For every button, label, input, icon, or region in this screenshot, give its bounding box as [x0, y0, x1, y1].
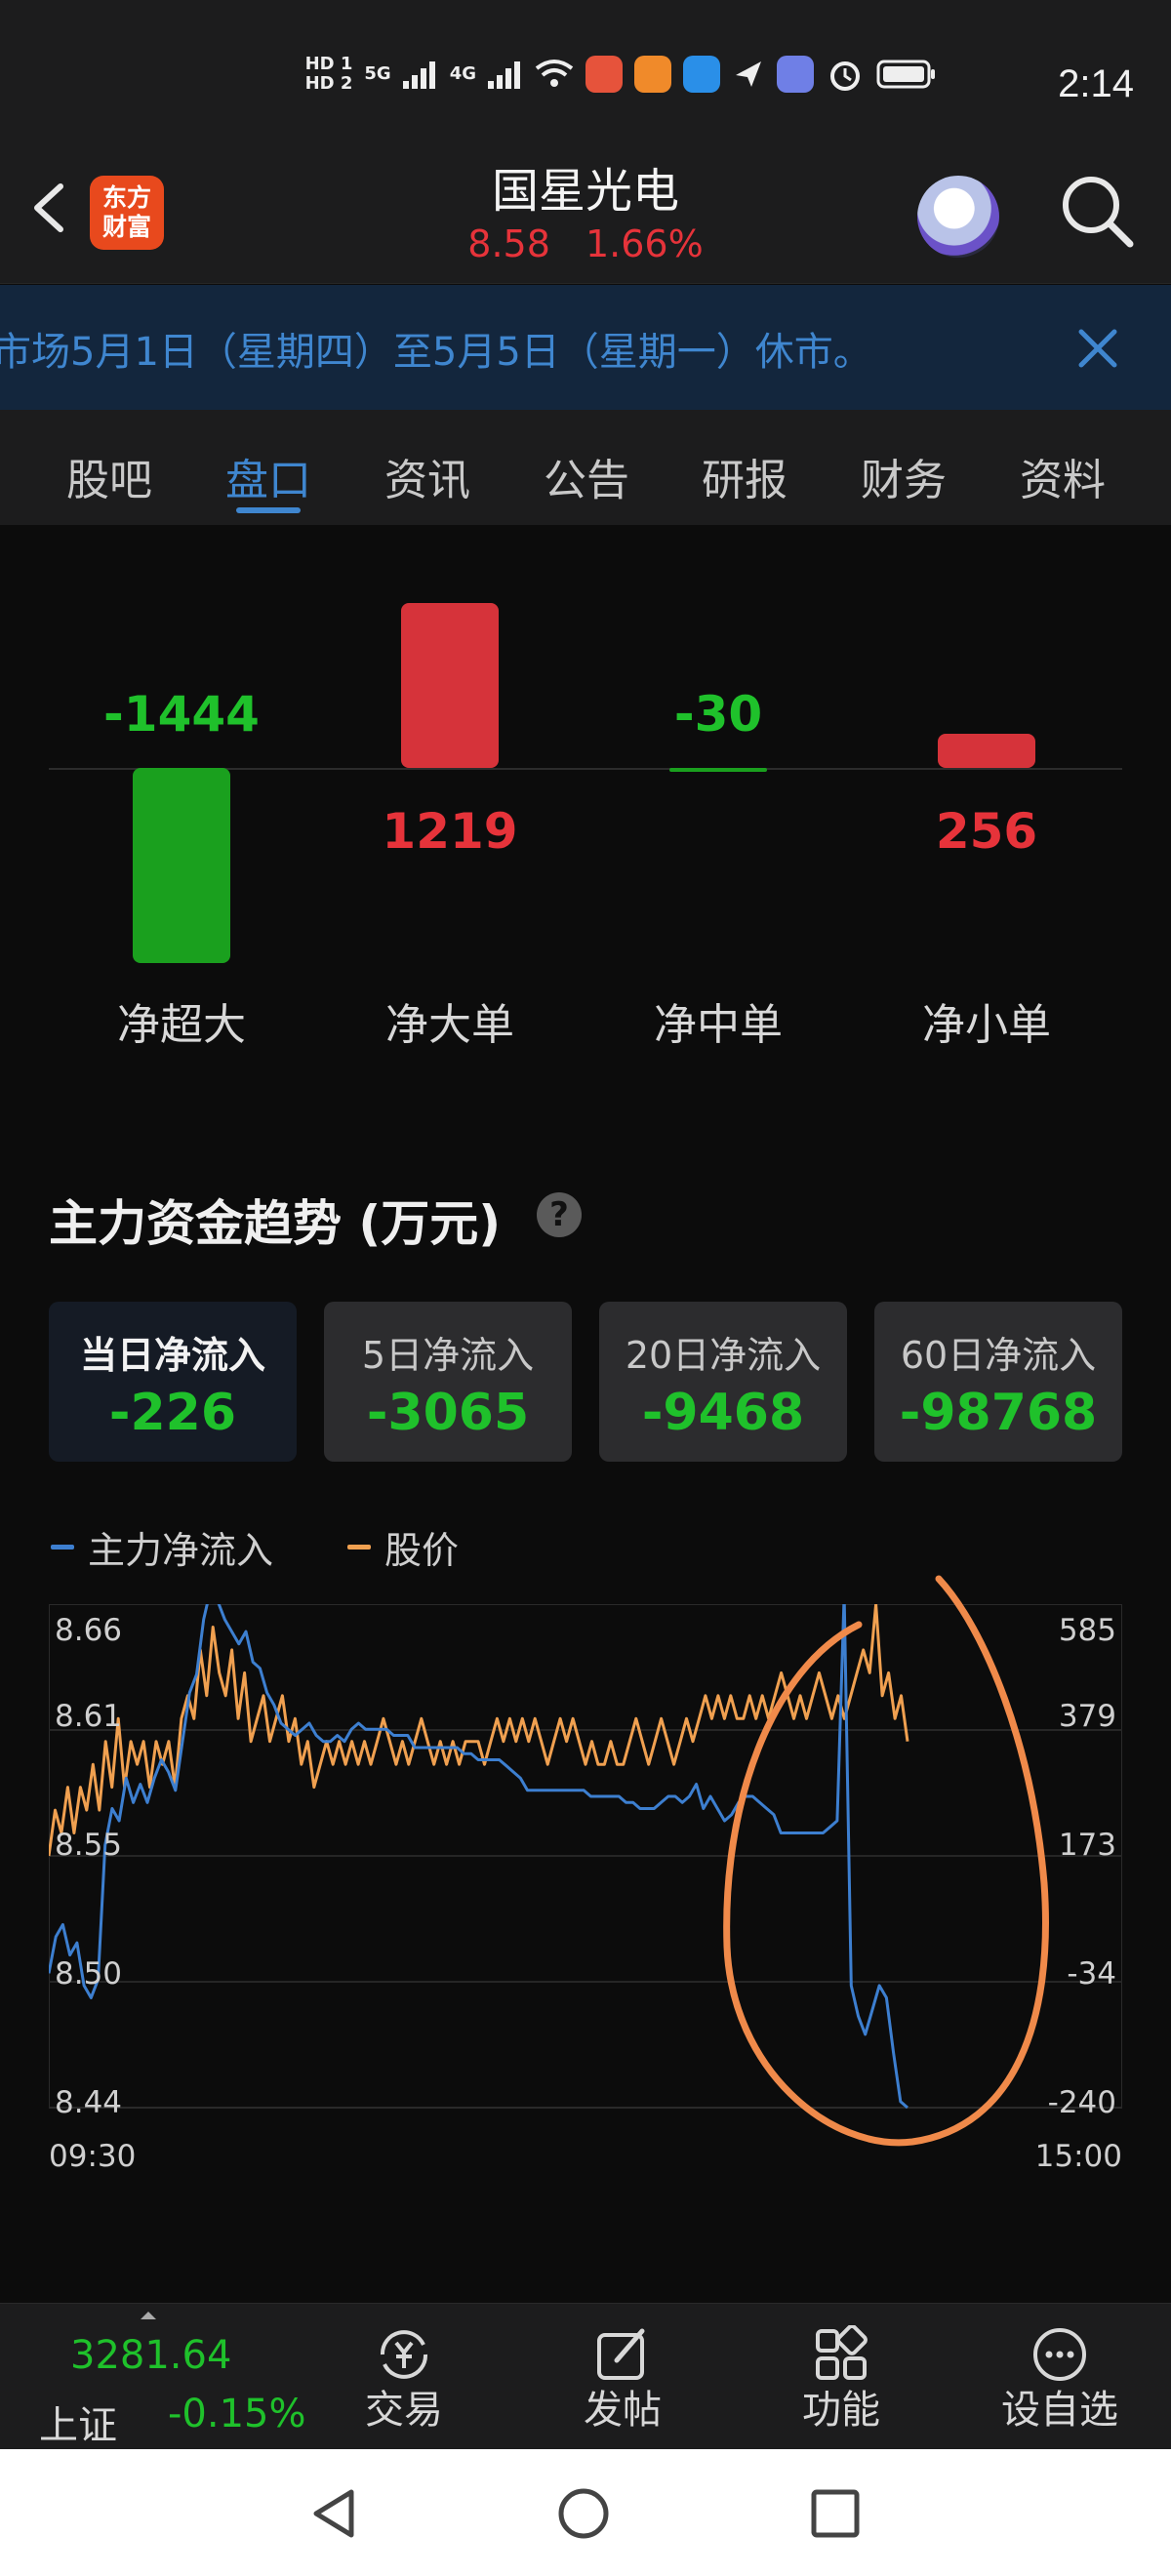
functions-label: 功能	[802, 2388, 880, 2433]
compose-button[interactable]: 发帖	[545, 2315, 701, 2442]
status-bar: HD 1 HD 2 5G 4G 2:14	[0, 0, 1171, 146]
flow-bar	[669, 768, 767, 773]
tab-financials[interactable]: 财务	[845, 445, 962, 507]
expand-up-icon[interactable]	[139, 2310, 158, 2321]
huawei-app-icon	[586, 56, 623, 93]
more-icon	[1033, 2328, 1086, 2381]
stock-price: 8.58	[467, 222, 550, 265]
clock-time: 2:14	[1058, 62, 1134, 105]
video-app-icon	[634, 56, 671, 93]
tab-guba[interactable]: 股吧	[51, 445, 168, 507]
card-value: -9468	[641, 1384, 805, 1442]
card-5day-net-inflow[interactable]: 5日净流入 -3065	[324, 1302, 572, 1462]
nav-home-icon[interactable]	[556, 2486, 611, 2541]
flow-value: -30	[673, 686, 763, 743]
signal-icon	[402, 60, 438, 89]
trade-icon	[380, 2330, 428, 2379]
flow-bar	[133, 768, 230, 963]
card-label: 60日净流入	[900, 1334, 1097, 1377]
flow-value: 1219	[382, 803, 518, 860]
card-label: 20日净流入	[625, 1334, 822, 1377]
label-net-small: 净小单	[922, 1000, 1051, 1050]
active-tab-indicator	[236, 507, 301, 513]
label-net-medium: 净中单	[654, 1000, 783, 1050]
wifi-icon	[535, 60, 574, 87]
index-name[interactable]: 上证	[39, 2394, 117, 2450]
system-navigation-bar	[0, 2449, 1171, 2576]
help-icon[interactable]: ?	[537, 1192, 582, 1237]
card-today-net-inflow[interactable]: 当日净流入 -226	[49, 1302, 297, 1462]
stock-change-percent: 1.66%	[585, 222, 704, 265]
flow-value: 256	[935, 803, 1038, 860]
search-icon[interactable]	[1056, 170, 1138, 252]
market-closure-notice: 市场5月1日（星期四）至5月5日（星期一）休市。	[0, 285, 1171, 410]
nav-back-icon[interactable]	[308, 2486, 363, 2541]
grid-icon	[816, 2325, 868, 2380]
tab-announcements[interactable]: 公告	[528, 445, 645, 507]
card-label: 5日净流入	[361, 1334, 535, 1377]
card-label: 当日净流入	[79, 1334, 265, 1377]
index-value[interactable]: 3281.64	[70, 2333, 231, 2378]
functions-button[interactable]: 功能	[763, 2315, 919, 2442]
compose-label: 发帖	[584, 2388, 662, 2433]
flow-bar	[401, 603, 499, 768]
hand-drawn-circle-annotation	[723, 1575, 1049, 2147]
legend-swatch-blue	[51, 1545, 74, 1550]
add-watchlist-label: 设自选	[1001, 2388, 1118, 2433]
battery-icon	[876, 60, 935, 89]
index-change[interactable]: -0.15%	[168, 2392, 306, 2436]
tab-bar: 股吧 盘口 资讯 公告 研报 财务 资料	[0, 410, 1171, 525]
stock-header: 东方 财富 国星光电 8.58 1.66%	[0, 146, 1171, 284]
legend-swatch-orange	[347, 1545, 371, 1550]
tab-pankou[interactable]: 盘口	[210, 445, 327, 507]
network-4g-label: 4G	[449, 63, 476, 84]
music-app-icon	[777, 56, 814, 93]
weather-app-icon	[683, 56, 720, 93]
card-value: -98768	[899, 1384, 1098, 1442]
nav-recents-icon[interactable]	[808, 2486, 863, 2541]
notice-text: 市场5月1日（星期四）至5月5日（星期一）休市。	[0, 330, 872, 375]
close-icon[interactable]	[1071, 322, 1124, 375]
robot-assistant-avatar[interactable]	[917, 176, 999, 258]
tab-profile[interactable]: 资料	[1004, 445, 1121, 507]
sim1-badge: HD 1	[304, 54, 353, 74]
card-value: -226	[108, 1384, 237, 1442]
compose-icon	[597, 2328, 645, 2380]
trade-button[interactable]: 交易	[326, 2315, 482, 2442]
flow-bar	[938, 733, 1035, 768]
alarm-icon	[830, 61, 860, 91]
network-5g-label: 5G	[364, 63, 391, 84]
sim2-badge: HD 2	[304, 73, 353, 94]
card-60day-net-inflow[interactable]: 60日净流入 -98768	[874, 1302, 1122, 1462]
card-20day-net-inflow[interactable]: 20日净流入 -9468	[599, 1302, 847, 1462]
label-net-large: 净大单	[385, 1000, 514, 1050]
label-net-extra-large: 净超大	[117, 1000, 246, 1050]
card-value: -3065	[366, 1384, 530, 1442]
add-watchlist-button[interactable]: 设自选	[982, 2315, 1138, 2442]
main-flow-title: 主力资金趋势 (万元)	[49, 1195, 502, 1252]
bottom-toolbar: 3281.64 上证 -0.15% 交易 发帖 功能 设自选	[0, 2303, 1171, 2450]
status-icons: HD 1 HD 2 5G 4G	[305, 55, 937, 94]
signal-icon-2	[488, 60, 523, 89]
flow-value: -1444	[103, 686, 260, 743]
send-icon	[736, 61, 761, 87]
trade-label: 交易	[365, 2388, 443, 2433]
tab-news[interactable]: 资讯	[369, 445, 486, 507]
tab-research[interactable]: 研报	[686, 445, 803, 507]
